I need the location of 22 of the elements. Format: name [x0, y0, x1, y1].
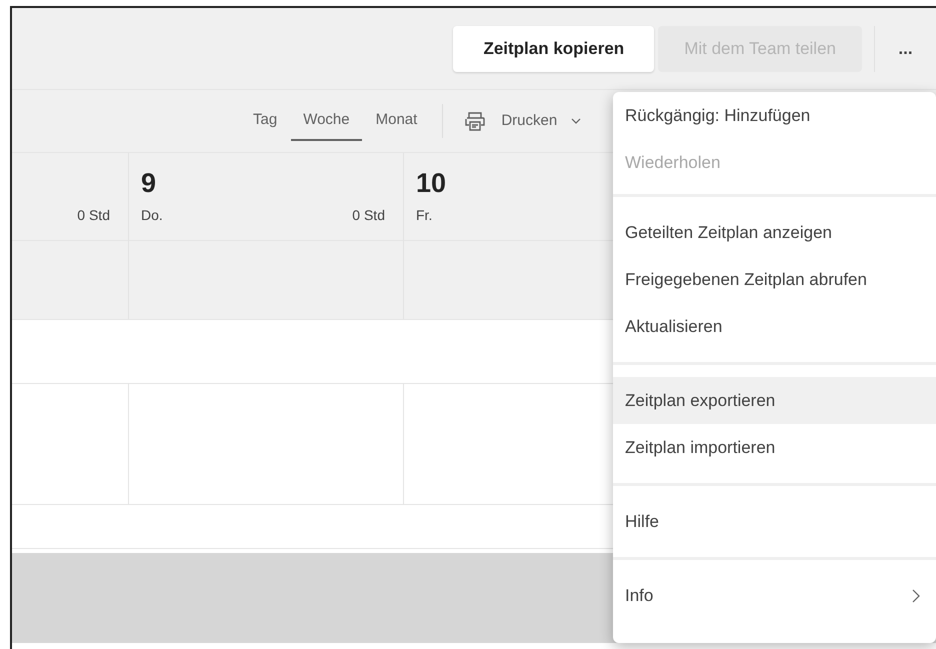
menu-item[interactable]: Hilfe	[613, 498, 936, 545]
menu-item[interactable]: Geteilten Zeitplan anzeigen	[613, 209, 936, 256]
hours-label: 0 Std	[77, 206, 110, 225]
more-button[interactable]: ...	[874, 26, 936, 72]
menu-item[interactable]: Rückgängig: Hinzufügen	[613, 92, 936, 139]
menu-item[interactable]: Zeitplan exportieren	[613, 377, 936, 424]
weekday-label: Do.	[141, 206, 163, 225]
print-button[interactable]: Drucken	[455, 109, 582, 133]
menu-item[interactable]: Aktualisieren	[613, 303, 936, 350]
weekday-label: Fr.	[416, 206, 434, 225]
menu-item[interactable]: Zeitplan importieren	[613, 424, 936, 471]
chevron-down-icon	[571, 118, 582, 124]
day-number: 9	[141, 170, 158, 197]
menu-item[interactable]: Freigegebenen Zeitplan abrufen	[613, 256, 936, 303]
view-tab[interactable]: Tag	[241, 101, 290, 141]
toolbar-button[interactable]: Zeitplan kopieren	[453, 26, 654, 72]
menu-item[interactable]: Info	[613, 572, 936, 619]
day-number: 10	[416, 170, 446, 197]
view-tab[interactable]: Monat	[364, 101, 430, 141]
chevron-right-icon	[912, 588, 920, 602]
hours-label: 0 Std	[352, 206, 385, 225]
view-tab[interactable]: Woche	[291, 101, 362, 141]
